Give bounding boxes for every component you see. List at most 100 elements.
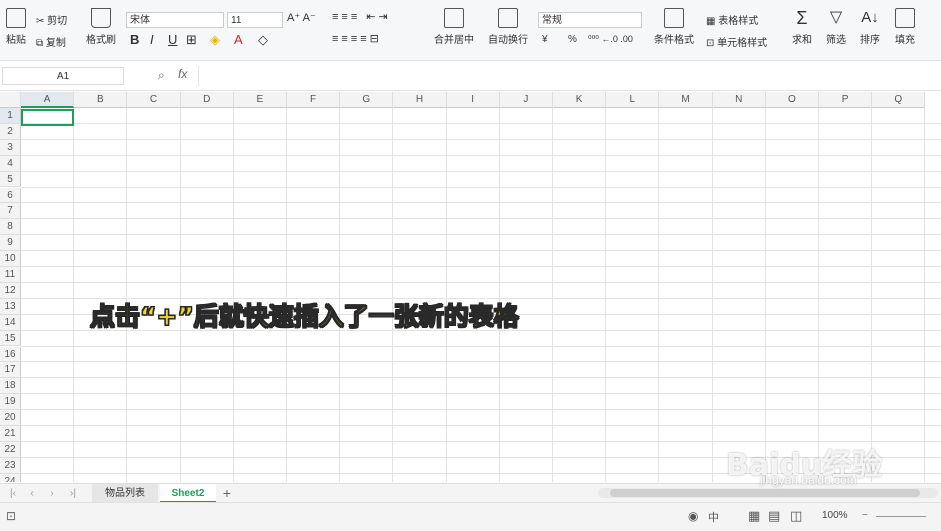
row-header[interactable]: 22 <box>0 441 21 458</box>
font-name-select[interactable]: 宋体 <box>126 12 224 28</box>
copy-button[interactable]: ⧉ 复制 <box>36 34 66 49</box>
row-header[interactable]: 4 <box>0 155 21 172</box>
row-header[interactable]: 17 <box>0 362 21 379</box>
column-header[interactable]: E <box>233 92 287 108</box>
italic-button[interactable]: I <box>150 32 154 47</box>
percent-button[interactable]: % <box>568 34 577 45</box>
row-header[interactable]: 8 <box>0 219 21 236</box>
row-header[interactable]: 18 <box>0 378 21 395</box>
decimal-icons[interactable]: ⁰⁰⁰ ←.0 .00 <box>588 34 633 45</box>
formula-input[interactable] <box>198 66 939 86</box>
row-header[interactable]: 16 <box>0 346 21 363</box>
scrollbar-thumb[interactable] <box>610 489 920 497</box>
column-header[interactable]: N <box>712 92 766 108</box>
wrap-icon <box>498 8 518 28</box>
spreadsheet-grid[interactable]: A B C D E F G H I J K L M N O P Q 1 2 3 4 5 6 7 8 9 10 11 12 13 14 15 16… <box>0 92 941 482</box>
row-header[interactable]: 13 <box>0 298 21 315</box>
column-header[interactable]: M <box>659 92 713 108</box>
row-header[interactable]: 7 <box>0 203 21 220</box>
row-header[interactable]: 9 <box>0 235 21 252</box>
column-header[interactable]: B <box>74 92 128 108</box>
column-header[interactable]: H <box>393 92 447 108</box>
font-color-icon[interactable]: A <box>234 32 243 47</box>
row-header[interactable]: 15 <box>0 330 21 347</box>
grid-row-line <box>21 186 941 188</box>
macro-record-icon[interactable]: ⊡ <box>6 509 16 523</box>
eye-icon[interactable]: ◉ <box>688 509 698 523</box>
conditional-format-button[interactable]: 条件格式 <box>654 8 694 46</box>
column-header[interactable]: J <box>499 92 553 108</box>
grid-row-line <box>21 154 941 156</box>
next-sheet-icon[interactable]: › <box>46 484 58 503</box>
cut-button[interactable]: ✂ 剪切 <box>36 12 67 27</box>
bold-button[interactable]: B <box>130 32 139 47</box>
row-header[interactable]: 21 <box>0 426 21 442</box>
page-break-icon[interactable]: ◫ <box>790 508 802 524</box>
grid-row-line <box>21 361 941 363</box>
row-header[interactable]: 11 <box>0 267 21 283</box>
increase-font-icon[interactable]: A⁺ A⁻ <box>287 11 316 24</box>
row-header[interactable]: 5 <box>0 171 21 188</box>
format-painter-button[interactable]: 格式刷 <box>86 8 116 46</box>
selected-cell-a1[interactable] <box>21 109 74 126</box>
row-header[interactable]: 24 <box>0 473 21 482</box>
name-box[interactable]: A1 <box>2 67 124 85</box>
row-header[interactable]: 1 <box>0 108 21 124</box>
wrap-text-button[interactable]: 自动换行 <box>488 8 528 46</box>
column-header[interactable]: P <box>819 92 873 108</box>
first-sheet-icon[interactable]: |‹ <box>6 484 20 503</box>
column-header[interactable]: A <box>21 92 75 108</box>
align-horizontal-icons[interactable]: ≡≡≡≡⊟ <box>332 32 382 45</box>
table-style-button[interactable]: ▦ 表格样式 <box>706 12 758 27</box>
row-header[interactable]: 23 <box>0 457 21 474</box>
row-header[interactable]: 20 <box>0 410 21 426</box>
row-header[interactable]: 14 <box>0 314 21 331</box>
column-header[interactable]: G <box>340 92 394 108</box>
underline-button[interactable]: U <box>168 32 177 47</box>
column-header[interactable]: Q <box>872 92 926 108</box>
column-header[interactable]: O <box>765 92 819 108</box>
normal-view-icon[interactable]: ▦ <box>748 508 760 524</box>
prev-sheet-icon[interactable]: ‹ <box>26 484 38 503</box>
column-header[interactable]: F <box>287 92 341 108</box>
currency-button[interactable]: ¥ <box>542 34 548 45</box>
row-header[interactable]: 12 <box>0 282 21 299</box>
last-sheet-icon[interactable]: ›| <box>66 484 80 503</box>
table-grid-icon <box>664 8 684 28</box>
row-header[interactable]: 10 <box>0 251 21 267</box>
sort-button[interactable]: A↓ 排序 <box>860 8 880 46</box>
column-header[interactable]: I <box>446 92 500 108</box>
column-header[interactable]: K <box>553 92 607 108</box>
input-mode[interactable]: 中 <box>708 509 719 525</box>
fill-button[interactable]: 填充 <box>895 8 915 46</box>
filter-button[interactable]: ▽ 筛选 <box>826 8 846 46</box>
row-header[interactable]: 6 <box>0 187 21 204</box>
fill-color-icon[interactable]: ◈ <box>210 32 220 48</box>
zoom-out-icon[interactable]: − <box>862 510 868 521</box>
border-icon[interactable]: ⊞ <box>186 32 197 48</box>
select-all-corner[interactable] <box>0 92 21 108</box>
align-vertical-icons[interactable]: ≡≡≡ ⇤⇥ <box>332 10 391 23</box>
column-header[interactable]: D <box>180 92 234 108</box>
number-format-select[interactable]: 常规 <box>538 12 642 28</box>
zoom-lookup-icon[interactable]: ⌕ <box>158 68 165 83</box>
paste-button[interactable]: 粘贴 <box>6 8 26 46</box>
merge-center-button[interactable]: 合并居中 <box>434 8 474 46</box>
cell-style-button[interactable]: ⊡ 单元格样式 <box>706 34 767 49</box>
grid-row-line <box>21 250 941 252</box>
row-header[interactable]: 3 <box>0 139 21 156</box>
horizontal-scrollbar[interactable] <box>598 488 938 498</box>
sum-button[interactable]: Σ 求和 <box>792 8 812 46</box>
row-header[interactable]: 2 <box>0 123 21 140</box>
column-header[interactable]: C <box>127 92 181 108</box>
column-header[interactable]: L <box>606 92 660 108</box>
font-size-select[interactable]: 11 <box>227 12 283 28</box>
fx-icon[interactable]: fx <box>178 67 187 81</box>
page-layout-icon[interactable]: ▤ <box>768 508 780 524</box>
row-header[interactable]: 19 <box>0 394 21 411</box>
add-sheet-button[interactable]: + <box>220 484 234 503</box>
clear-icon[interactable]: ◇ <box>258 32 268 48</box>
zoom-slider[interactable] <box>876 516 926 517</box>
tab-sheet1[interactable]: 物品列表 <box>92 484 158 503</box>
zoom-level[interactable]: 100% <box>822 510 848 521</box>
